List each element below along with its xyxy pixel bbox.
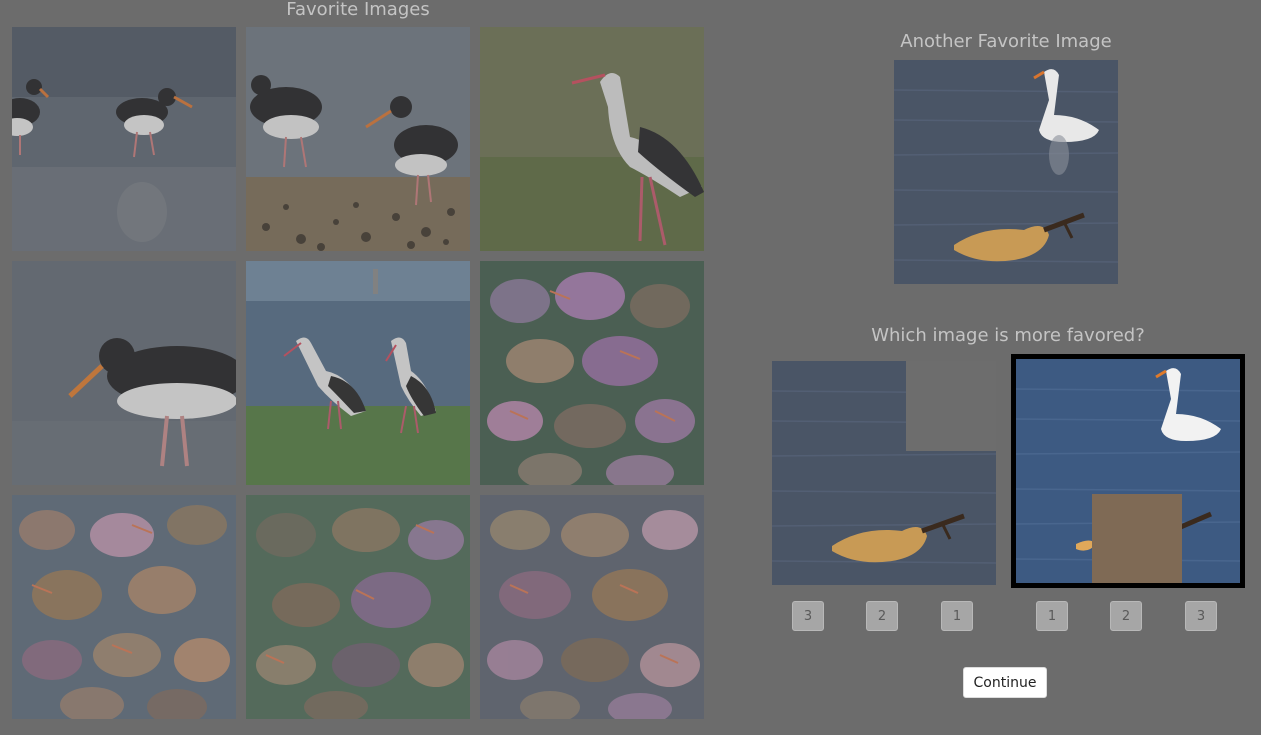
favorite-images-title: Favorite Images xyxy=(286,0,430,20)
rank-button-left-3[interactable]: 3 xyxy=(792,601,824,631)
favorite-image-5 xyxy=(246,261,470,485)
favorite-image-4 xyxy=(12,261,236,485)
rank-button-right-2[interactable]: 2 xyxy=(1110,601,1142,631)
rank-button-left-1[interactable]: 1 xyxy=(941,601,973,631)
favorite-images-grid xyxy=(12,27,704,719)
comparison-image-right[interactable] xyxy=(1011,354,1245,588)
continue-button[interactable]: Continue xyxy=(963,667,1047,698)
comparison-image-left[interactable] xyxy=(772,361,996,585)
favorite-image-6 xyxy=(480,261,704,485)
favorite-image-3 xyxy=(480,27,704,251)
comparison-question: Which image is more favored? xyxy=(871,325,1145,346)
favorite-image-2 xyxy=(246,27,470,251)
favorite-image-1 xyxy=(12,27,236,251)
another-favorite-title: Another Favorite Image xyxy=(900,31,1112,52)
occlusion-patch xyxy=(1092,494,1182,583)
rank-button-right-1[interactable]: 1 xyxy=(1036,601,1068,631)
rank-button-left-2[interactable]: 2 xyxy=(866,601,898,631)
another-favorite-image xyxy=(894,60,1118,284)
occlusion-patch xyxy=(906,361,996,451)
favorite-image-7 xyxy=(12,495,236,719)
favorite-image-9 xyxy=(480,495,704,719)
rank-button-right-3[interactable]: 3 xyxy=(1185,601,1217,631)
favorite-image-8 xyxy=(246,495,470,719)
